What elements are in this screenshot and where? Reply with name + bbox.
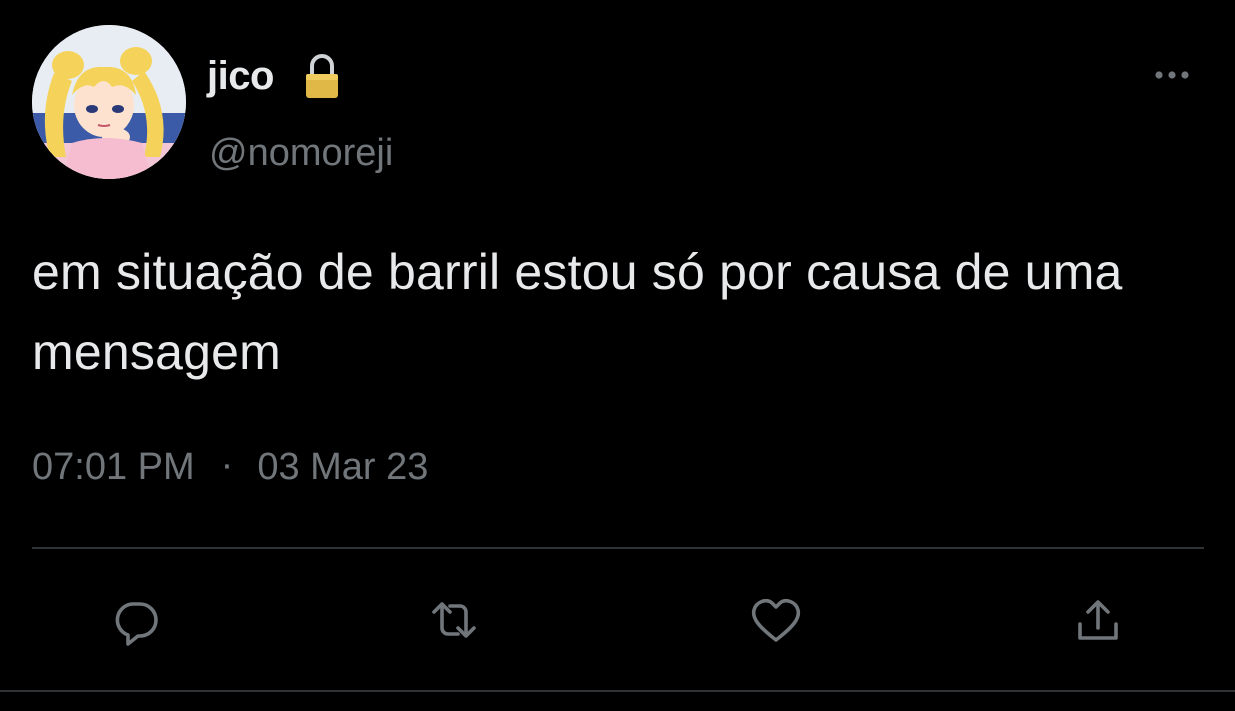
retweet-icon [432, 602, 476, 638]
share-icon [1078, 600, 1118, 640]
reply-button[interactable] [106, 590, 166, 650]
reply-icon [115, 602, 158, 646]
like-button[interactable] [746, 590, 806, 650]
retweet-button[interactable] [424, 590, 484, 650]
divider [32, 547, 1204, 549]
display-name[interactable]: jico [207, 52, 274, 100]
more-options-icon[interactable] [1150, 64, 1194, 86]
bottom-divider [0, 690, 1235, 692]
tweet-timestamp[interactable]: 07:01 PM · 03 Mar 23 [32, 444, 428, 490]
tweet-text: em situação de barril estou só por causa… [32, 244, 1123, 380]
meta-separator: · [220, 444, 234, 486]
tweet-card: jico @nomoreji em situação de barril est… [0, 0, 1235, 711]
user-handle[interactable]: @nomoreji [209, 130, 393, 176]
share-button[interactable] [1068, 590, 1128, 650]
heart-icon [751, 599, 801, 642]
tweet-time[interactable]: 07:01 PM [32, 446, 195, 488]
tweet-date[interactable]: 03 Mar 23 [257, 446, 428, 488]
lock-icon [306, 54, 338, 98]
avatar[interactable] [32, 25, 186, 179]
